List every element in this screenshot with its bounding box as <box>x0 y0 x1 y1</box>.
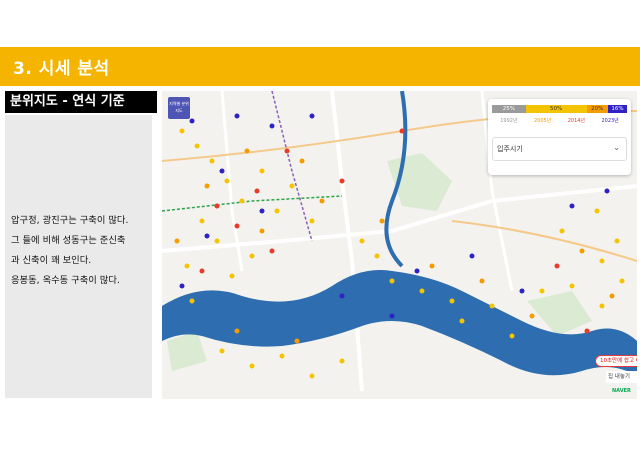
legend-quantile-bar: 25% 50% 20% 16% <box>492 105 627 113</box>
section-title: 3. 시세 분석 <box>13 59 110 79</box>
legend-segment: 16% <box>608 105 627 113</box>
provider-logo: NAVER <box>612 388 631 394</box>
description-line: 그 들에 비해 성동구는 준신축 <box>11 235 126 246</box>
description-line: 과 신축이 꽤 보인다. <box>11 255 92 266</box>
legend-segment: 20% <box>586 105 609 113</box>
legend-year: 1992년 <box>500 118 518 124</box>
legend-year: 2023년 <box>601 118 619 124</box>
slide-subtitle: 분위지도 - 연식 기준 <box>5 91 157 113</box>
list-property-button[interactable]: 집 내놓기 <box>606 371 637 383</box>
select-label: 입주시기 <box>497 145 523 153</box>
description-line: 압구정, 광진구는 구축이 많다. <box>11 215 129 226</box>
map-mode-badge[interactable]: 지역별 분위 지도 <box>168 97 190 119</box>
section-header-bar: 3. 시세 분석 <box>0 47 640 86</box>
legend-segment: 50% <box>525 105 587 113</box>
quantile-map[interactable]: 지역별 분위 지도 25% 50% 20% 16% 1992년 2005년 20… <box>162 91 637 399</box>
legend-card: 25% 50% 20% 16% 1992년 2005년 2014년 2023년 … <box>488 99 631 175</box>
move-in-period-select[interactable]: 입주시기 ⌄ <box>492 137 627 161</box>
description-panel: 압구정, 광진구는 구축이 많다. 그 들에 비해 성동구는 준신축 과 신축이… <box>5 115 152 398</box>
description-text: 압구정, 광진구는 구축이 많다. 그 들에 비해 성동구는 준신축 과 신축이… <box>11 211 151 291</box>
legend-years: 1992년 2005년 2014년 2023년 <box>492 117 627 125</box>
legend-segment: 25% <box>492 105 526 113</box>
legend-year: 2014년 <box>567 118 586 124</box>
legend-year: 2005년 <box>533 118 552 124</box>
chevron-down-icon: ⌄ <box>613 143 620 152</box>
description-line: 응봉동, 옥수동 구축이 많다. <box>11 275 120 286</box>
promo-pill[interactable]: 10초만에 쉽고 빠르게 <box>595 355 637 367</box>
